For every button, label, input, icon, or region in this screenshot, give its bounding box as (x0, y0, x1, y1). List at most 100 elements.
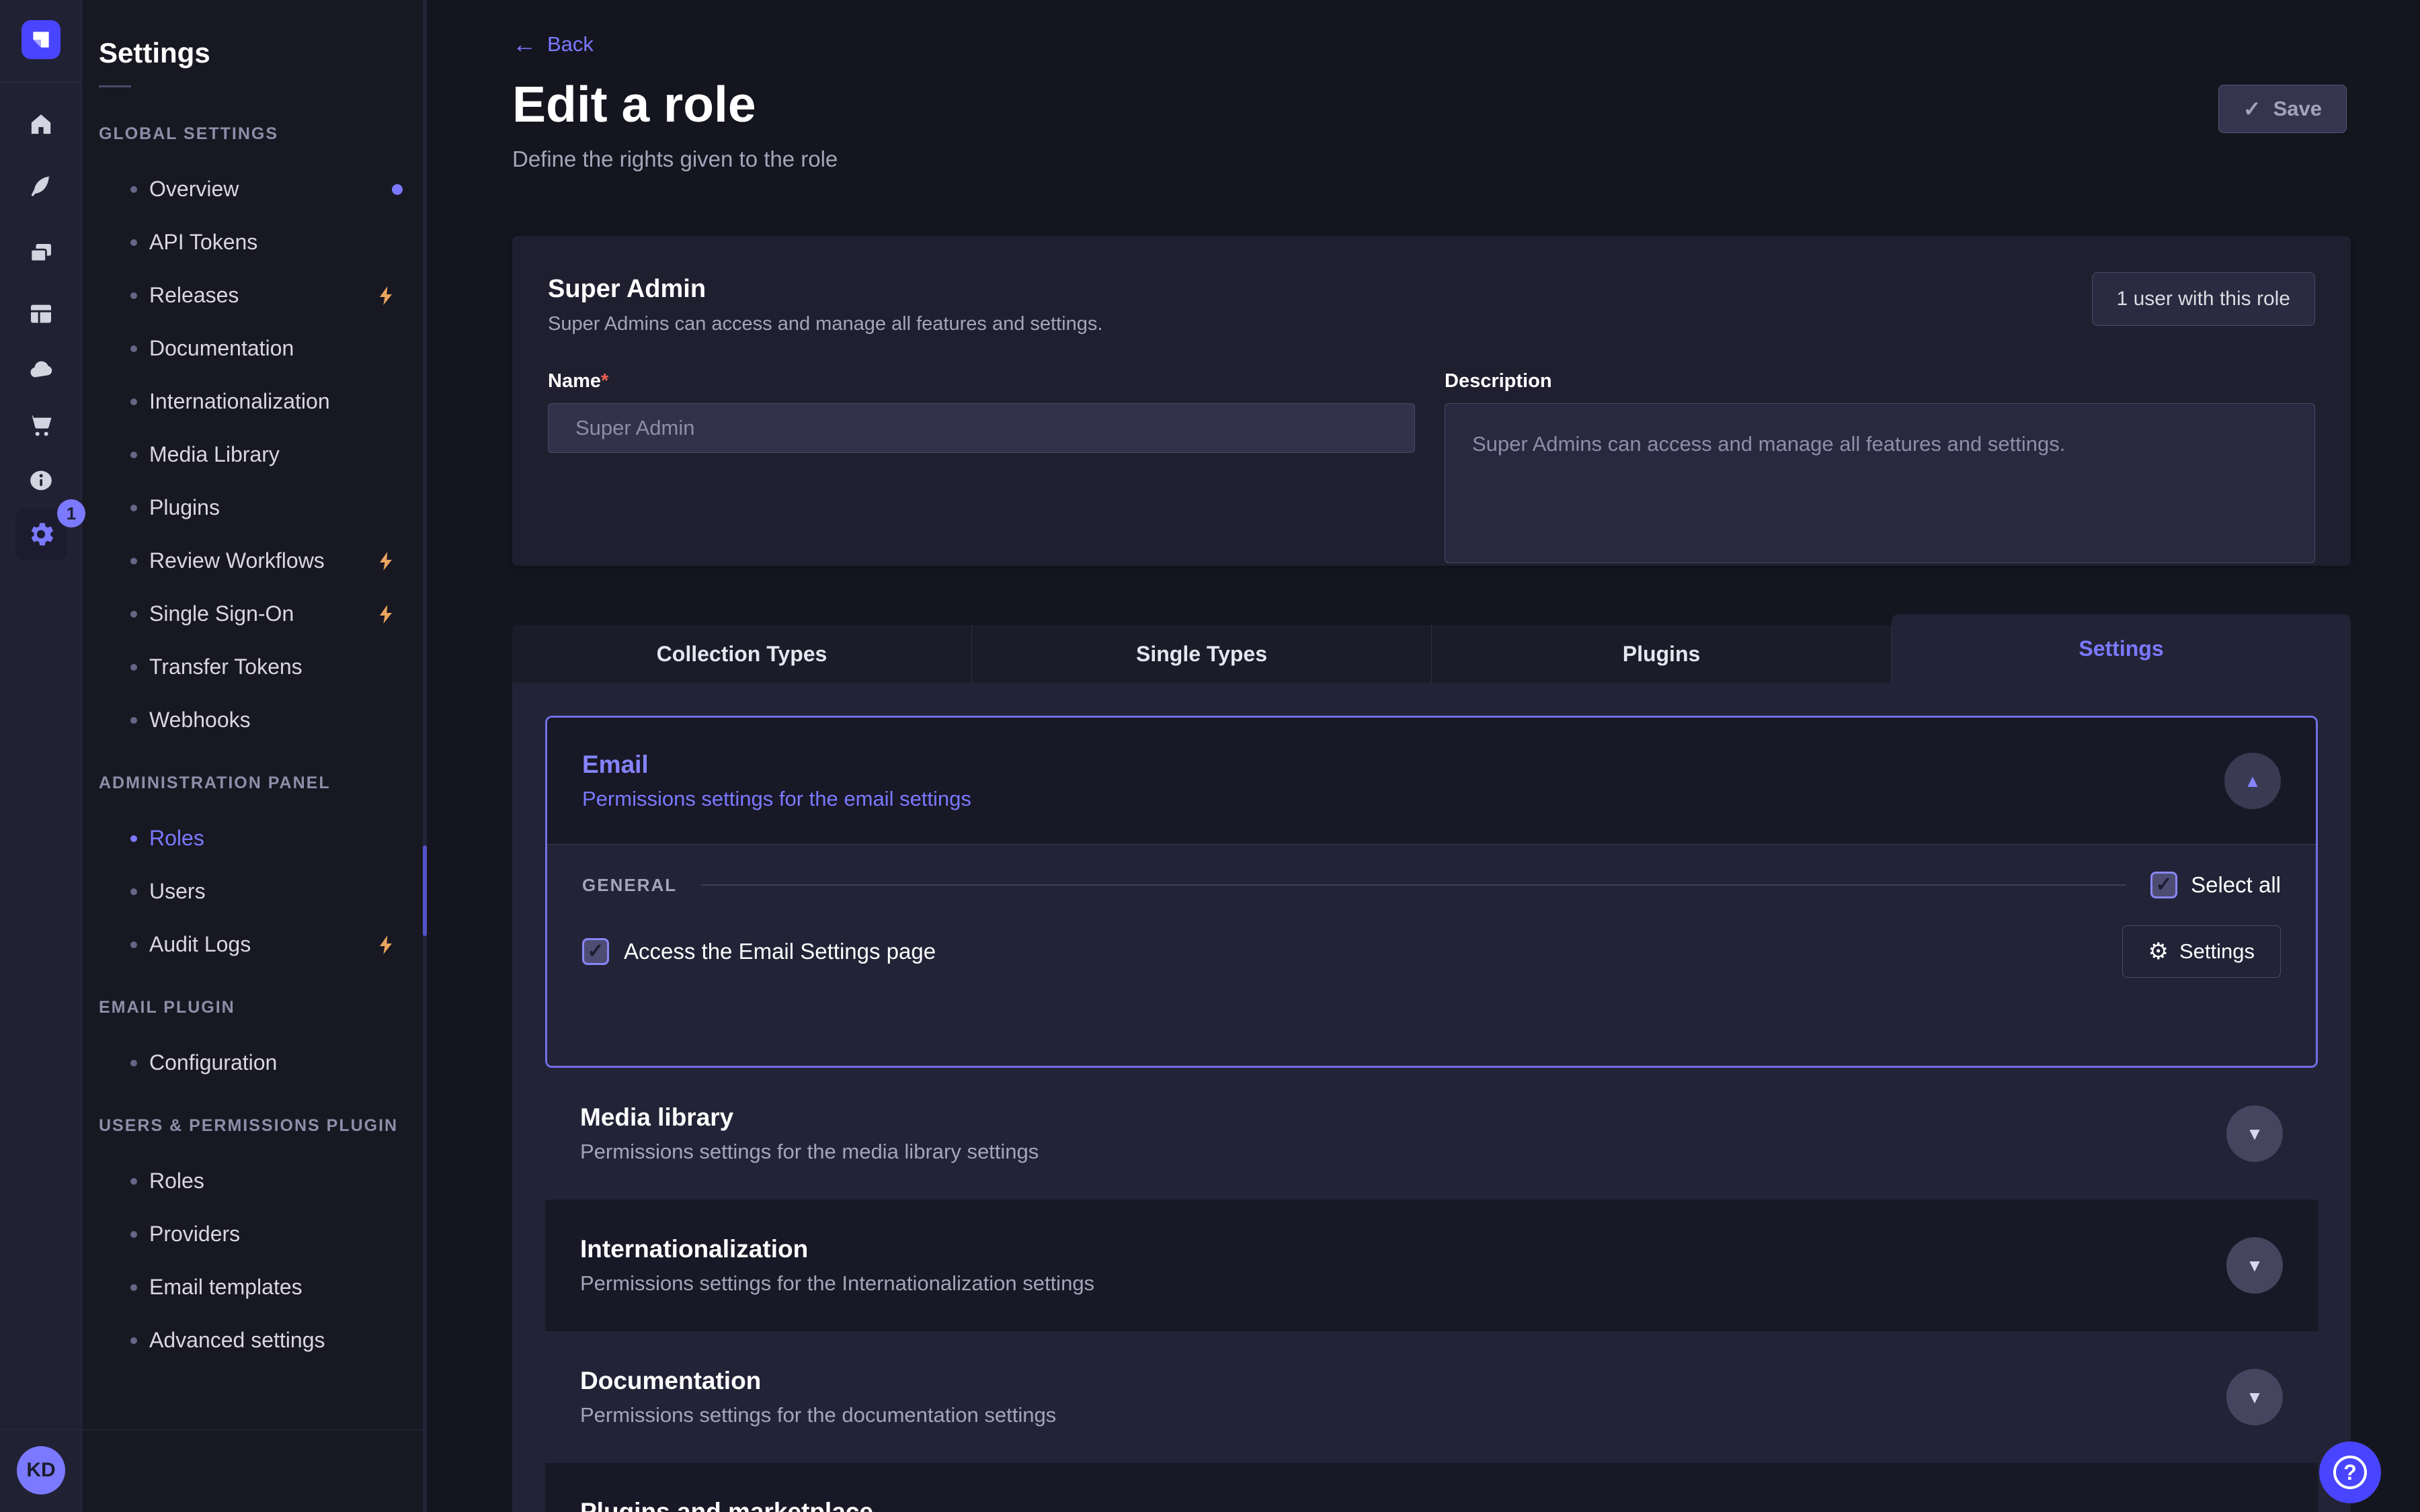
section-label: GLOBAL SETTINGS (99, 124, 427, 144)
accordion-plugins-marketplace[interactable]: Plugins and marketplace (545, 1463, 2318, 1512)
accordion-internationalization[interactable]: Internationalization Permissions setting… (545, 1200, 2318, 1331)
expand-button[interactable]: ▼ (2226, 1105, 2283, 1162)
lightning-icon (376, 603, 397, 625)
accordion-media-library[interactable]: Media library Permissions settings for t… (545, 1068, 2318, 1200)
sidebar-item-providers[interactable]: Providers (82, 1208, 427, 1261)
role-card: Super Admin Super Admins can access and … (512, 236, 2351, 566)
sidebar-item-internationalization[interactable]: Internationalization (82, 375, 427, 428)
accordion-title: Internationalization (580, 1235, 1094, 1263)
sidebar-item-overview[interactable]: Overview (82, 163, 427, 216)
avatar[interactable]: KD (17, 1446, 65, 1495)
sidebar-item-email-templates[interactable]: Email templates (82, 1261, 427, 1314)
chevron-down-icon: ▼ (2246, 1388, 2263, 1406)
bullet-icon (130, 1231, 137, 1238)
lightning-icon (376, 285, 397, 306)
chevron-down-icon: ▼ (2246, 1125, 2263, 1142)
bullet-icon (130, 345, 137, 352)
bullet-icon (130, 452, 137, 458)
select-all-control[interactable]: ✓ Select all (2150, 872, 2281, 898)
subnav-title: Settings (99, 37, 427, 69)
sidebar-item-documentation[interactable]: Documentation (82, 322, 427, 375)
sidebar-item-single-sign-on[interactable]: Single Sign-On (82, 587, 427, 640)
settings-gear-active[interactable]: 1 (15, 509, 67, 560)
sidebar-item-roles-admin[interactable]: Roles (82, 812, 427, 865)
chevron-up-icon: ▲ (2244, 772, 2261, 790)
sidebar-item-plugins[interactable]: Plugins (82, 481, 427, 534)
sidebar-item-roles-up[interactable]: Roles (82, 1154, 427, 1208)
email-settings-button[interactable]: ⚙ Settings (2122, 925, 2282, 978)
info-icon[interactable] (25, 464, 57, 497)
access-email-settings-checkbox[interactable]: ✓ (582, 938, 609, 965)
bullet-icon (130, 1337, 137, 1344)
accordion-subtitle: Permissions settings for the email setti… (582, 787, 971, 811)
accordion-title: Media library (580, 1103, 1039, 1132)
sidebar-item-configuration[interactable]: Configuration (82, 1036, 427, 1089)
bullet-icon (130, 1178, 137, 1185)
help-button[interactable]: ? (2319, 1441, 2381, 1503)
accordion-email-header[interactable]: Email Permissions settings for the email… (547, 718, 2316, 844)
bullet-icon (130, 239, 137, 246)
marketplace-cart-icon[interactable] (25, 409, 57, 442)
accordion-subtitle: Permissions settings for the Internation… (580, 1271, 1094, 1296)
tab-collection-types[interactable]: Collection Types (512, 625, 972, 683)
description-textarea[interactable]: Super Admins can access and manage all f… (1445, 403, 2315, 563)
bullet-icon (130, 835, 137, 842)
rail-divider (0, 82, 82, 83)
tab-single-types[interactable]: Single Types (972, 625, 1432, 683)
bullet-icon (130, 941, 137, 948)
accordion-email-body: GENERAL ✓ Select all ✓ (547, 844, 2316, 1066)
lightning-icon (376, 550, 397, 572)
bullet-icon (130, 717, 137, 724)
checkmark-icon: ✓ (587, 941, 604, 962)
tab-settings[interactable]: Settings (1892, 614, 2351, 683)
tab-plugins[interactable]: Plugins (1432, 625, 1892, 683)
bullet-icon (130, 888, 137, 895)
content-builder-pen-icon[interactable] (25, 170, 57, 202)
lightning-icon (376, 934, 397, 956)
section-label: ADMINISTRATION PANEL (99, 773, 427, 793)
email-settings-button-label: Settings (2179, 939, 2255, 964)
expand-button[interactable]: ▼ (2226, 1237, 2283, 1294)
role-description-subtitle: Super Admins can access and manage all f… (548, 313, 1102, 335)
name-input[interactable] (548, 403, 1415, 453)
main-area: ← Back Edit a role Define the rights giv… (427, 0, 2420, 1512)
sidebar-item-api-tokens[interactable]: API Tokens (82, 216, 427, 269)
sidebar-item-review-workflows[interactable]: Review Workflows (82, 534, 427, 587)
select-all-checkbox[interactable]: ✓ (2150, 872, 2177, 898)
back-label: Back (547, 32, 594, 56)
role-name-heading: Super Admin (548, 275, 1102, 304)
settings-subnav: Settings GLOBAL SETTINGS Overview API To… (82, 0, 427, 1512)
users-with-role-button[interactable]: 1 user with this role (2092, 272, 2315, 326)
accordion-documentation[interactable]: Documentation Permissions settings for t… (545, 1331, 2318, 1463)
subnav-scrollbar-thumb[interactable] (423, 845, 427, 936)
collapse-button[interactable]: ▲ (2224, 753, 2281, 809)
accordion-subtitle: Permissions settings for the media libra… (580, 1140, 1039, 1164)
permissions-panel: Email Permissions settings for the email… (512, 683, 2351, 1512)
sidebar-item-media-library[interactable]: Media Library (82, 428, 427, 481)
question-mark-icon: ? (2333, 1456, 2367, 1489)
section-label: USERS & PERMISSIONS PLUGIN (99, 1116, 427, 1136)
access-email-settings-label: Access the Email Settings page (624, 939, 936, 964)
back-link[interactable]: ← Back (512, 32, 594, 56)
general-section-label: GENERAL (582, 875, 677, 896)
sidebar-item-transfer-tokens[interactable]: Transfer Tokens (82, 640, 427, 694)
sidebar-item-releases[interactable]: Releases (82, 269, 427, 322)
cloud-icon[interactable] (25, 353, 57, 386)
bullet-icon (130, 558, 137, 564)
home-icon[interactable] (25, 108, 57, 140)
save-button[interactable]: ✓ Save (2218, 85, 2347, 133)
sidebar-item-webhooks[interactable]: Webhooks (82, 694, 427, 747)
sidebar-item-users[interactable]: Users (82, 865, 427, 918)
permissions-tabs: Collection Types Single Types Plugins Se… (512, 614, 2351, 683)
sidebar-item-audit-logs[interactable]: Audit Logs (82, 918, 427, 971)
section-administration-panel: ADMINISTRATION PANEL Roles Users Audit L… (82, 773, 427, 971)
media-library-icon[interactable] (25, 238, 57, 270)
expand-button[interactable]: ▼ (2226, 1369, 2283, 1425)
sidebar-bottom-divider (0, 1429, 427, 1430)
layout-icon[interactable] (25, 298, 57, 330)
strapi-logo[interactable] (22, 20, 61, 59)
back-arrow-icon: ← (512, 32, 536, 56)
section-label: EMAIL PLUGIN (99, 998, 427, 1017)
sidebar-item-advanced-settings[interactable]: Advanced settings (82, 1314, 427, 1367)
notification-dot-icon (392, 184, 403, 195)
